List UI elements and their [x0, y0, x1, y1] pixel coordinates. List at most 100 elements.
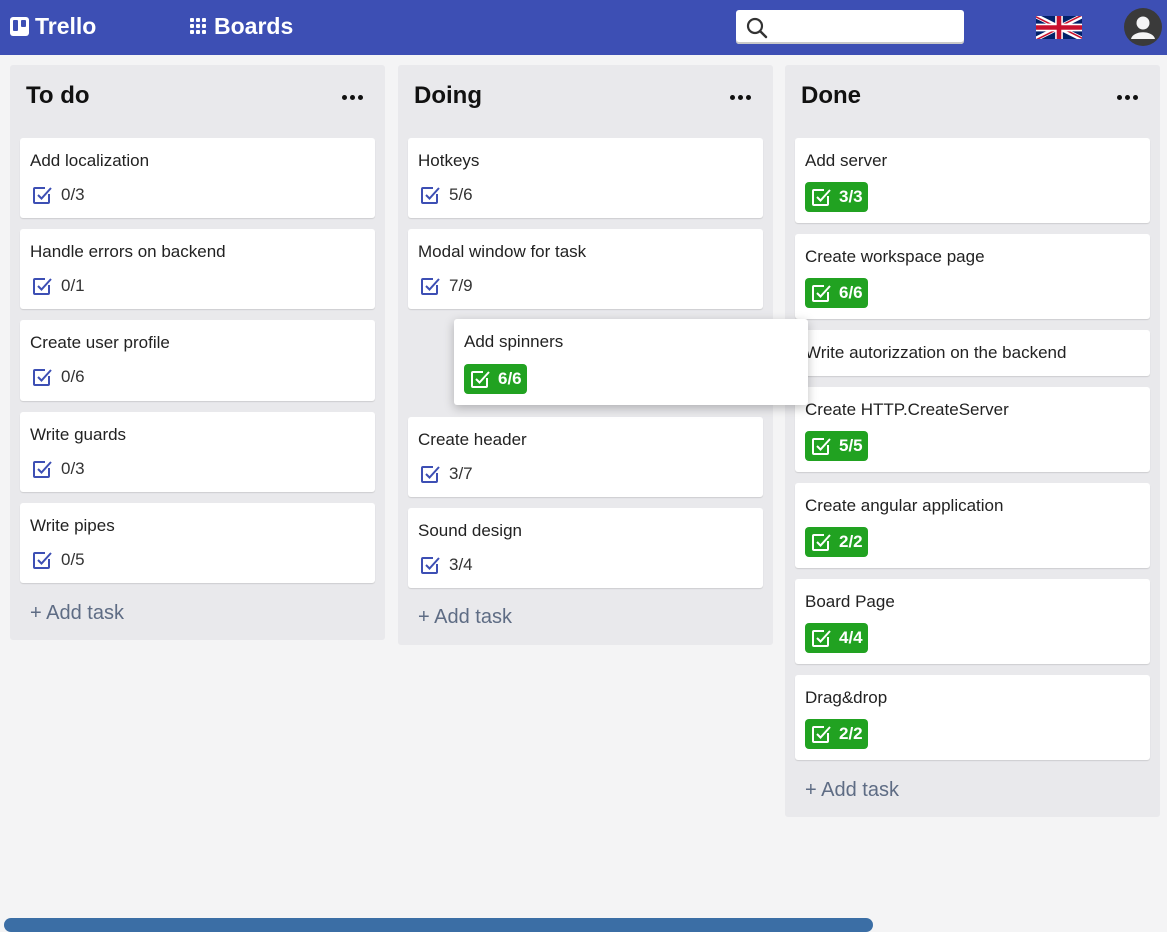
add-task-button[interactable]: + Add task	[418, 606, 512, 629]
checklist-badge: 2/2	[805, 719, 868, 749]
checklist-badge: 2/2	[805, 527, 868, 557]
grid-icon	[190, 17, 207, 35]
card-title: Add server	[805, 151, 888, 170]
boards-button[interactable]: Boards	[190, 12, 293, 40]
checklist-count: 3/3	[839, 187, 863, 206]
checkbox-icon	[33, 278, 52, 295]
column-done: Done Add server 3/3 Create workspace pag…	[785, 65, 1160, 817]
card-title: Create user profile	[30, 333, 170, 352]
task-card[interactable]: Create workspace page 6/6	[795, 234, 1150, 319]
card-title: Write pipes	[30, 516, 115, 535]
column-todo: To do Add localization 0/3 Handle errors…	[10, 65, 385, 640]
column-menu-button[interactable]	[1117, 95, 1138, 100]
checkbox-icon	[421, 187, 440, 204]
column-title: Doing	[414, 82, 482, 109]
checklist-count: 7/9	[449, 276, 473, 295]
card-title: Write guards	[30, 425, 127, 444]
checkbox-icon	[421, 278, 440, 295]
logo-text: Trello	[35, 12, 97, 39]
task-card[interactable]: Hotkeys 5/6	[408, 138, 763, 218]
checkbox-icon	[33, 187, 52, 204]
boards-label: Boards	[214, 12, 294, 39]
task-card[interactable]: Sound design 3/4	[408, 508, 763, 588]
horizontal-scrollbar[interactable]	[4, 918, 873, 932]
card-title: Write autorizzation on the backend	[805, 343, 1067, 362]
checkbox-icon	[33, 369, 52, 386]
card-title: Create angular application	[805, 496, 1004, 515]
task-card[interactable]: Add localization 0/3	[20, 138, 375, 218]
card-title: Add spinners	[464, 332, 564, 351]
checklist-badge: 0/3	[30, 457, 85, 481]
search-icon	[746, 17, 768, 39]
task-card[interactable]: Board Page 4/4	[795, 579, 1150, 664]
column-menu-button[interactable]	[342, 95, 363, 100]
card-title: Create HTTP.CreateServer	[805, 400, 1009, 419]
card-title: Drag&drop	[805, 688, 888, 707]
card-title: Create header	[418, 430, 527, 449]
checklist-badge: 4/4	[805, 623, 868, 653]
checkbox-icon	[471, 371, 490, 388]
checklist-badge: 0/1	[30, 274, 85, 298]
checklist-count: 3/4	[449, 555, 473, 574]
card-title: Create workspace page	[805, 247, 985, 266]
task-card[interactable]: Write autorizzation on the backend	[795, 330, 1150, 376]
checklist-count: 0/1	[61, 276, 85, 295]
checkbox-icon	[812, 534, 831, 551]
checklist-count: 2/2	[839, 532, 863, 551]
column-title: To do	[26, 82, 90, 109]
card-title: Sound design	[418, 521, 522, 540]
task-card[interactable]: Write pipes 0/5	[20, 503, 375, 583]
task-card[interactable]: Create HTTP.CreateServer 5/5	[795, 387, 1150, 472]
column-title: Done	[801, 82, 861, 109]
card-title: Modal window for task	[418, 242, 587, 261]
checklist-badge: 0/3	[30, 183, 85, 207]
checkbox-icon	[812, 189, 831, 206]
task-card[interactable]: Handle errors on backend 0/1	[20, 229, 375, 309]
checklist-badge: 5/5	[805, 431, 868, 461]
search-box[interactable]	[736, 10, 964, 44]
checkbox-icon	[812, 438, 831, 455]
checklist-count: 0/5	[61, 550, 85, 569]
checklist-count: 6/6	[498, 369, 522, 388]
checkbox-icon	[33, 552, 52, 569]
checkbox-icon	[421, 466, 440, 483]
trello-logo[interactable]: Trello	[10, 12, 96, 40]
task-card[interactable]: Modal window for task 7/9	[408, 229, 763, 309]
checklist-badge: 3/7	[418, 462, 473, 486]
checklist-count: 0/3	[61, 185, 85, 204]
dragged-task-card[interactable]: Add spinners 6/6	[454, 319, 808, 405]
column-menu-button[interactable]	[730, 95, 751, 100]
checklist-badge: 6/6	[805, 278, 868, 308]
checklist-badge: 6/6	[464, 364, 527, 394]
task-card[interactable]: Create angular application 2/2	[795, 483, 1150, 568]
checklist-badge: 5/6	[418, 183, 473, 207]
checklist-badge: 3/3	[805, 182, 868, 212]
top-bar: Trello Boards	[0, 0, 1167, 55]
checklist-badge: 0/6	[30, 365, 85, 389]
checklist-count: 5/5	[839, 436, 863, 455]
task-card[interactable]: Write guards 0/3	[20, 412, 375, 492]
task-card[interactable]: Create header 3/7	[408, 417, 763, 497]
task-card[interactable]: Drag&drop 2/2	[795, 675, 1150, 760]
search-input[interactable]	[776, 14, 956, 40]
checkbox-icon	[812, 630, 831, 647]
card-title: Handle errors on backend	[30, 242, 226, 261]
card-title: Hotkeys	[418, 151, 480, 170]
add-task-button[interactable]: + Add task	[805, 779, 899, 802]
checklist-count: 6/6	[839, 283, 863, 302]
uk-flag-icon[interactable]	[1036, 16, 1082, 39]
checklist-badge: 0/5	[30, 548, 85, 572]
checkbox-icon	[33, 461, 52, 478]
user-avatar-icon[interactable]	[1124, 8, 1162, 46]
checklist-count: 5/6	[449, 185, 473, 204]
checklist-count: 4/4	[839, 628, 863, 647]
card-title: Board Page	[805, 592, 895, 611]
add-task-button[interactable]: + Add task	[30, 602, 124, 625]
checklist-count: 2/2	[839, 724, 863, 743]
checkbox-icon	[812, 285, 831, 302]
task-card[interactable]: Add server 3/3	[795, 138, 1150, 223]
task-card[interactable]: Create user profile 0/6	[20, 320, 375, 401]
checklist-count: 3/7	[449, 464, 473, 483]
checklist-count: 0/6	[61, 367, 85, 386]
card-title: Add localization	[30, 151, 150, 170]
